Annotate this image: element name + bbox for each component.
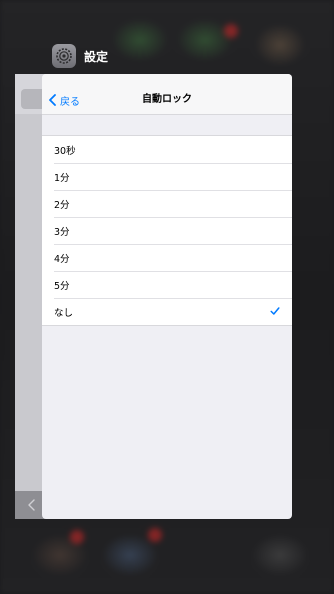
option-label: 5分 (54, 280, 70, 292)
back-button-label: 戻る (60, 96, 80, 108)
option-row-never[interactable]: なし (42, 298, 292, 325)
gear-icon (52, 44, 76, 68)
notification-badge (148, 528, 162, 542)
app-switcher-header[interactable]: 設定 (52, 44, 108, 68)
option-row-2min[interactable]: 2分 (42, 190, 292, 217)
option-row-5min[interactable]: 5分 (42, 271, 292, 298)
notification-badge (70, 530, 84, 544)
option-label: 2分 (54, 199, 70, 211)
navigation-bar: 戻る 自動ロック (42, 74, 292, 115)
chevron-left-icon (28, 499, 35, 511)
app-title: 設定 (84, 49, 109, 64)
option-label: なし (54, 307, 74, 319)
option-label: 1分 (54, 172, 70, 184)
option-row-3min[interactable]: 3分 (42, 217, 292, 244)
notification-badge (224, 24, 238, 38)
option-label: 4分 (54, 253, 70, 265)
chevron-left-icon (49, 94, 56, 106)
option-label: 3分 (54, 226, 70, 238)
option-row-4min[interactable]: 4分 (42, 244, 292, 271)
option-label: 30秒 (54, 145, 76, 157)
checkmark-icon (270, 307, 280, 315)
option-row-30s[interactable]: 30秒 (42, 136, 292, 163)
back-button[interactable]: 戻る (48, 74, 80, 114)
settings-app-card[interactable]: 戻る 自動ロック 30秒 1分 2分 3分 4分 5分 なし (42, 74, 292, 519)
auto-lock-options-list: 30秒 1分 2分 3分 4分 5分 なし (42, 135, 292, 326)
option-row-1min[interactable]: 1分 (42, 163, 292, 190)
